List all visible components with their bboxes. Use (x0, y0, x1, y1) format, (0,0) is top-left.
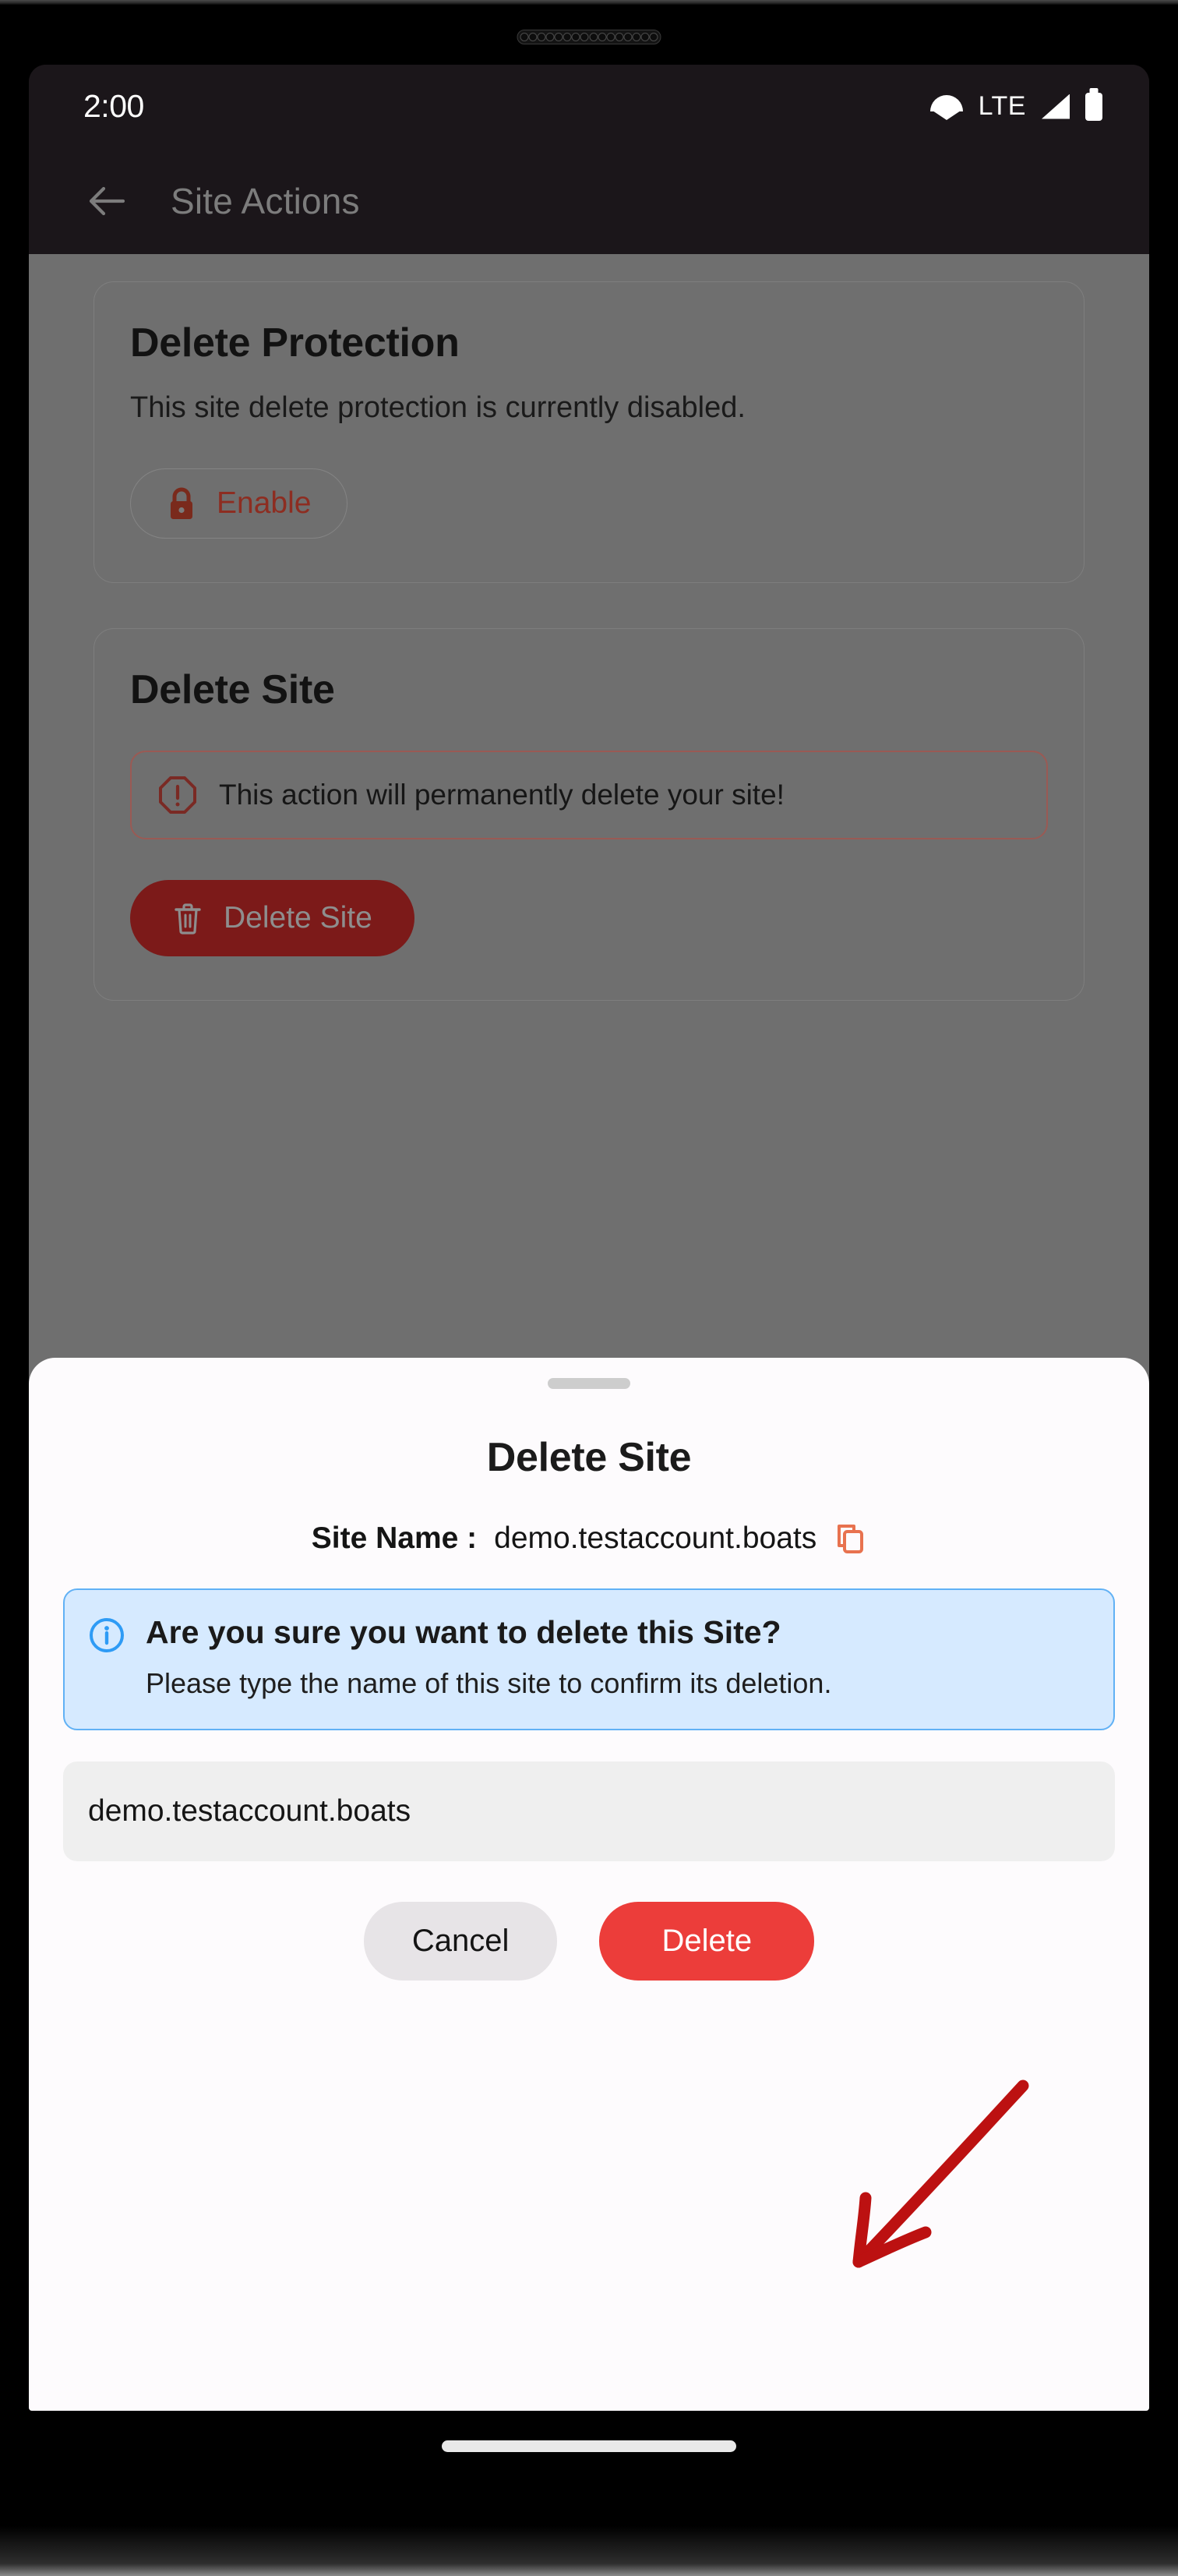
confirm-alert-text-block: Are you sure you want to delete this Sit… (146, 1612, 831, 1702)
status-time: 2:00 (83, 88, 144, 124)
status-icons: LTE (929, 91, 1102, 122)
trash-icon (175, 903, 201, 935)
confirm-alert-body: Please type the name of this site to con… (146, 1667, 832, 1700)
network-type-label: LTE (978, 91, 1026, 121)
bezel-highlight (0, 0, 1178, 5)
delete-site-card: Delete Site This action will permanently… (93, 628, 1085, 1001)
delete-site-button-label: Delete Site (224, 901, 372, 935)
app-bar: Site Actions (29, 148, 1149, 254)
status-bar: 2:00 LTE (29, 65, 1149, 148)
octagon-alert-icon (159, 776, 196, 814)
lock-icon (171, 487, 192, 519)
delete-protection-description: This site delete protection is currently… (130, 391, 746, 424)
enable-protection-button[interactable]: Enable (130, 468, 348, 539)
delete-confirm-button[interactable]: Delete (599, 1902, 815, 1981)
cancel-button[interactable]: Cancel (363, 1902, 558, 1981)
confirm-deletion-alert: Are you sure you want to delete this Sit… (63, 1588, 1115, 1731)
site-name-label: Site Name : (311, 1521, 478, 1555)
delete-site-button[interactable]: Delete Site (130, 880, 414, 956)
bezel-bottom-glow (0, 2526, 1178, 2576)
delete-protection-card: Delete Protection This site delete prote… (93, 281, 1085, 583)
sheet-actions: Cancel Delete (63, 1902, 1115, 1981)
delete-warning-banner: This action will permanently delete your… (130, 751, 1048, 839)
home-indicator[interactable] (442, 2440, 736, 2452)
sheet-title: Delete Site (486, 1435, 692, 1480)
back-arrow-icon[interactable] (86, 181, 127, 221)
site-name-confirm-input[interactable] (63, 1762, 1115, 1862)
copy-icon[interactable] (834, 1521, 866, 1556)
enable-protection-label: Enable (217, 486, 312, 520)
signal-icon (1042, 94, 1070, 119)
delete-site-bottom-sheet: Delete Site Site Name : demo.testaccount… (29, 1358, 1149, 2411)
delete-site-card-title: Delete Site (130, 667, 335, 712)
confirm-alert-heading: Are you sure you want to delete this Sit… (146, 1614, 781, 1650)
speaker-grille-icon (517, 30, 661, 44)
system-nav-bar (29, 2411, 1149, 2526)
phone-frame: 2:00 LTE Site Actions Delete Protection … (0, 0, 1178, 2576)
wifi-icon (929, 94, 963, 120)
site-name-row: Site Name : demo.testaccount.boats (63, 1521, 1115, 1556)
delete-warning-text: This action will permanently delete your… (219, 779, 785, 811)
info-circle-icon (90, 1618, 124, 1652)
sheet-drag-handle[interactable] (548, 1378, 630, 1389)
page-title: Site Actions (171, 181, 360, 221)
site-name-value: demo.testaccount.boats (494, 1521, 817, 1555)
delete-protection-title: Delete Protection (130, 320, 460, 366)
battery-icon (1085, 92, 1102, 121)
phone-screen: 2:00 LTE Site Actions Delete Protection … (29, 65, 1149, 2411)
